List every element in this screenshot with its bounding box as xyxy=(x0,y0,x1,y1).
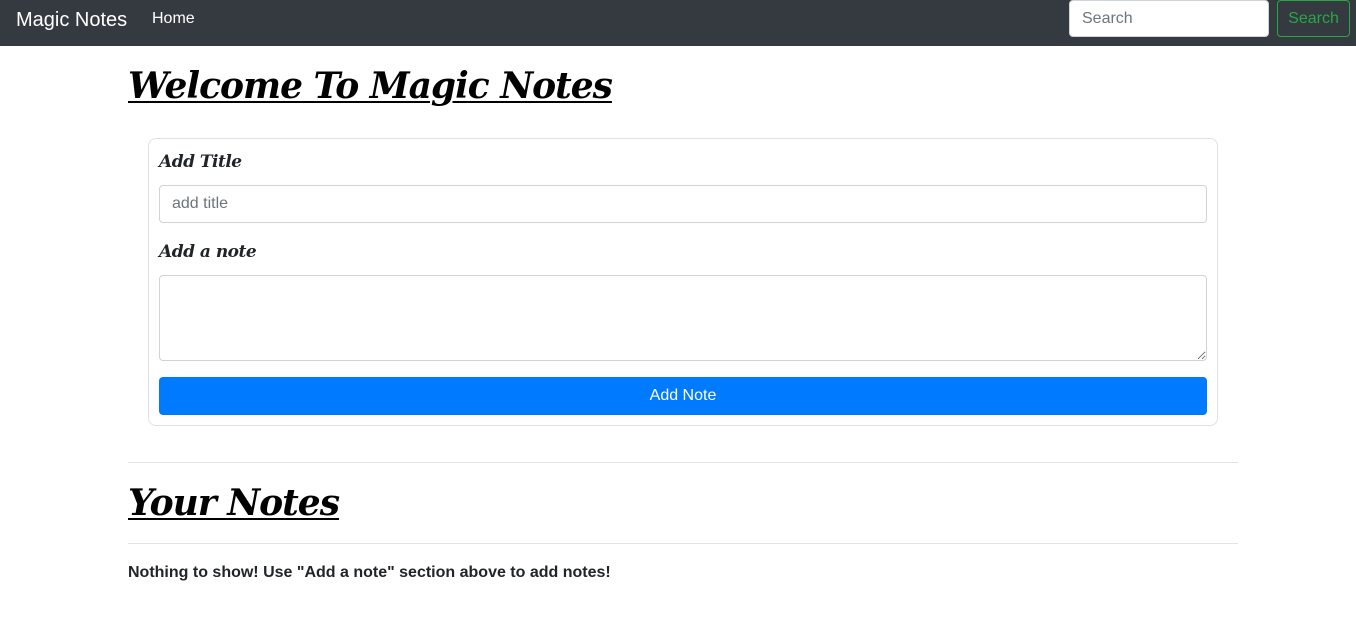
page-title: Welcome To Magic Notes xyxy=(128,65,613,107)
add-note-button[interactable]: Add Note xyxy=(159,377,1207,415)
empty-notes-message: Nothing to show! Use "Add a note" sectio… xyxy=(128,564,611,581)
brand-logo-link[interactable]: Magic Notes xyxy=(16,8,127,32)
notes-divider xyxy=(128,543,1238,544)
top-navbar: Magic Notes Home Search xyxy=(0,0,1356,46)
search-input[interactable] xyxy=(1069,0,1269,37)
section-divider xyxy=(128,462,1238,463)
add-note-card: Add Title Add a note Add Note xyxy=(148,138,1218,426)
title-input[interactable] xyxy=(159,185,1207,223)
notes-section-title: Your Notes xyxy=(128,482,340,524)
add-title-label: Add Title xyxy=(159,152,242,172)
nav-home-link[interactable]: Home xyxy=(152,9,195,29)
note-textarea[interactable] xyxy=(159,275,1207,361)
search-button[interactable]: Search xyxy=(1277,0,1350,37)
add-note-label: Add a note xyxy=(159,242,257,262)
